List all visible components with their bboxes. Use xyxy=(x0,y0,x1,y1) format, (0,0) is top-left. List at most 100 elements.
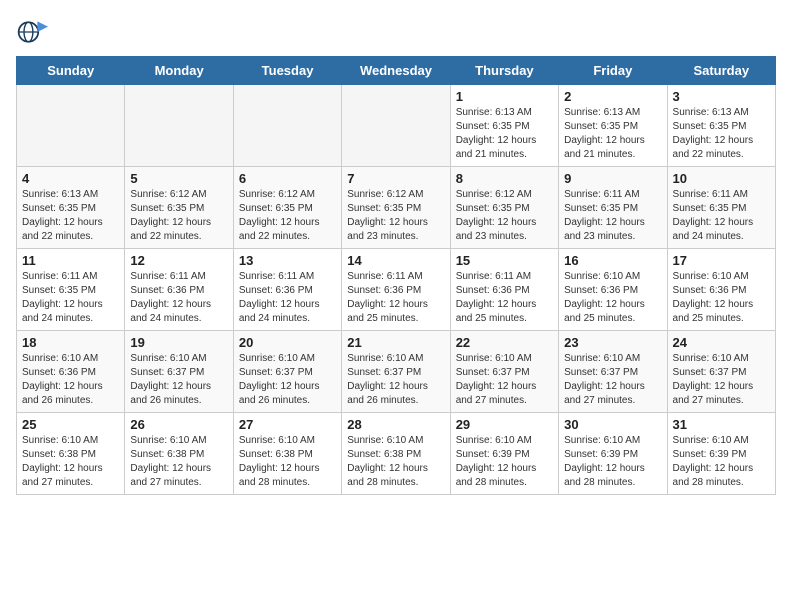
day-cell: 2 Sunrise: 6:13 AM Sunset: 6:35 PM Daylig… xyxy=(559,85,667,167)
day-cell: 23 Sunrise: 6:10 AM Sunset: 6:37 PM Dayli… xyxy=(559,331,667,413)
day-cell: 17 Sunrise: 6:10 AM Sunset: 6:36 PM Dayli… xyxy=(667,249,775,331)
day-info: Sunrise: 6:10 AM Sunset: 6:37 PM Dayligh… xyxy=(673,352,770,408)
day-info: Sunrise: 6:12 AM Sunset: 6:35 PM Dayligh… xyxy=(130,188,227,244)
day-number: 3 xyxy=(673,89,770,104)
day-number: 31 xyxy=(673,417,770,432)
day-info: Sunrise: 6:10 AM Sunset: 6:38 PM Dayligh… xyxy=(347,434,444,490)
day-number: 1 xyxy=(456,89,553,104)
day-number: 17 xyxy=(673,253,770,268)
day-cell: 4 Sunrise: 6:13 AM Sunset: 6:35 PM Daylig… xyxy=(17,167,125,249)
day-info: Sunrise: 6:11 AM Sunset: 6:36 PM Dayligh… xyxy=(456,270,553,326)
day-number: 26 xyxy=(130,417,227,432)
day-cell: 18 Sunrise: 6:10 AM Sunset: 6:36 PM Dayli… xyxy=(17,331,125,413)
day-cell: 14 Sunrise: 6:11 AM Sunset: 6:36 PM Dayli… xyxy=(342,249,450,331)
day-number: 22 xyxy=(456,335,553,350)
logo-icon xyxy=(16,16,48,48)
day-info: Sunrise: 6:11 AM Sunset: 6:35 PM Dayligh… xyxy=(673,188,770,244)
day-number: 4 xyxy=(22,171,119,186)
day-info: Sunrise: 6:10 AM Sunset: 6:37 PM Dayligh… xyxy=(347,352,444,408)
day-cell: 31 Sunrise: 6:10 AM Sunset: 6:39 PM Dayli… xyxy=(667,413,775,495)
day-info: Sunrise: 6:10 AM Sunset: 6:37 PM Dayligh… xyxy=(564,352,661,408)
day-info: Sunrise: 6:10 AM Sunset: 6:38 PM Dayligh… xyxy=(239,434,336,490)
day-cell: 15 Sunrise: 6:11 AM Sunset: 6:36 PM Dayli… xyxy=(450,249,558,331)
day-cell: 7 Sunrise: 6:12 AM Sunset: 6:35 PM Daylig… xyxy=(342,167,450,249)
day-info: Sunrise: 6:11 AM Sunset: 6:36 PM Dayligh… xyxy=(347,270,444,326)
day-info: Sunrise: 6:10 AM Sunset: 6:37 PM Dayligh… xyxy=(130,352,227,408)
week-row-1: 1 Sunrise: 6:13 AM Sunset: 6:35 PM Daylig… xyxy=(17,85,776,167)
day-info: Sunrise: 6:11 AM Sunset: 6:35 PM Dayligh… xyxy=(22,270,119,326)
day-number: 8 xyxy=(456,171,553,186)
day-info: Sunrise: 6:10 AM Sunset: 6:36 PM Dayligh… xyxy=(22,352,119,408)
day-cell: 28 Sunrise: 6:10 AM Sunset: 6:38 PM Dayli… xyxy=(342,413,450,495)
day-cell: 25 Sunrise: 6:10 AM Sunset: 6:38 PM Dayli… xyxy=(17,413,125,495)
day-info: Sunrise: 6:13 AM Sunset: 6:35 PM Dayligh… xyxy=(22,188,119,244)
header xyxy=(16,16,776,48)
day-header-sunday: Sunday xyxy=(17,57,125,85)
day-number: 6 xyxy=(239,171,336,186)
day-number: 12 xyxy=(130,253,227,268)
day-info: Sunrise: 6:12 AM Sunset: 6:35 PM Dayligh… xyxy=(456,188,553,244)
day-cell: 1Sunrise: 6:13 AM Sunset: 6:35 PM Daylig… xyxy=(450,85,558,167)
day-cell xyxy=(342,85,450,167)
day-cell: 26 Sunrise: 6:10 AM Sunset: 6:38 PM Dayli… xyxy=(125,413,233,495)
day-info: Sunrise: 6:10 AM Sunset: 6:36 PM Dayligh… xyxy=(673,270,770,326)
day-cell: 12 Sunrise: 6:11 AM Sunset: 6:36 PM Dayli… xyxy=(125,249,233,331)
day-cell xyxy=(17,85,125,167)
day-header-friday: Friday xyxy=(559,57,667,85)
day-cell: 10 Sunrise: 6:11 AM Sunset: 6:35 PM Dayli… xyxy=(667,167,775,249)
day-number: 18 xyxy=(22,335,119,350)
day-number: 25 xyxy=(22,417,119,432)
day-number: 23 xyxy=(564,335,661,350)
day-number: 11 xyxy=(22,253,119,268)
day-info: Sunrise: 6:11 AM Sunset: 6:35 PM Dayligh… xyxy=(564,188,661,244)
day-number: 14 xyxy=(347,253,444,268)
day-info: Sunrise: 6:13 AM Sunset: 6:35 PM Dayligh… xyxy=(564,106,661,162)
day-cell: 3 Sunrise: 6:13 AM Sunset: 6:35 PM Daylig… xyxy=(667,85,775,167)
logo xyxy=(16,16,52,48)
day-info: Sunrise: 6:11 AM Sunset: 6:36 PM Dayligh… xyxy=(130,270,227,326)
day-number: 13 xyxy=(239,253,336,268)
day-number: 28 xyxy=(347,417,444,432)
day-cell: 29 Sunrise: 6:10 AM Sunset: 6:39 PM Dayli… xyxy=(450,413,558,495)
day-number: 30 xyxy=(564,417,661,432)
day-cell: 6Sunrise: 6:12 AM Sunset: 6:35 PM Daylig… xyxy=(233,167,341,249)
day-info: Sunrise: 6:10 AM Sunset: 6:37 PM Dayligh… xyxy=(456,352,553,408)
day-number: 15 xyxy=(456,253,553,268)
day-header-monday: Monday xyxy=(125,57,233,85)
day-number: 2 xyxy=(564,89,661,104)
day-number: 29 xyxy=(456,417,553,432)
day-number: 16 xyxy=(564,253,661,268)
day-header-wednesday: Wednesday xyxy=(342,57,450,85)
day-info: Sunrise: 6:11 AM Sunset: 6:36 PM Dayligh… xyxy=(239,270,336,326)
day-number: 20 xyxy=(239,335,336,350)
day-number: 24 xyxy=(673,335,770,350)
day-cell: 24 Sunrise: 6:10 AM Sunset: 6:37 PM Dayli… xyxy=(667,331,775,413)
day-info: Sunrise: 6:10 AM Sunset: 6:36 PM Dayligh… xyxy=(564,270,661,326)
day-header-saturday: Saturday xyxy=(667,57,775,85)
week-row-4: 18 Sunrise: 6:10 AM Sunset: 6:36 PM Dayli… xyxy=(17,331,776,413)
day-info: Sunrise: 6:10 AM Sunset: 6:37 PM Dayligh… xyxy=(239,352,336,408)
calendar-table: SundayMondayTuesdayWednesdayThursdayFrid… xyxy=(16,56,776,495)
day-info: Sunrise: 6:10 AM Sunset: 6:39 PM Dayligh… xyxy=(456,434,553,490)
day-cell: 8 Sunrise: 6:12 AM Sunset: 6:35 PM Daylig… xyxy=(450,167,558,249)
day-cell: 21Sunrise: 6:10 AM Sunset: 6:37 PM Dayli… xyxy=(342,331,450,413)
day-info: Sunrise: 6:10 AM Sunset: 6:39 PM Dayligh… xyxy=(673,434,770,490)
day-info: Sunrise: 6:10 AM Sunset: 6:38 PM Dayligh… xyxy=(130,434,227,490)
day-info: Sunrise: 6:10 AM Sunset: 6:38 PM Dayligh… xyxy=(22,434,119,490)
day-cell: 11 Sunrise: 6:11 AM Sunset: 6:35 PM Dayli… xyxy=(17,249,125,331)
day-number: 19 xyxy=(130,335,227,350)
day-number: 9 xyxy=(564,171,661,186)
week-row-5: 25 Sunrise: 6:10 AM Sunset: 6:38 PM Dayli… xyxy=(17,413,776,495)
calendar-header: SundayMondayTuesdayWednesdayThursdayFrid… xyxy=(17,57,776,85)
day-cell: 9 Sunrise: 6:11 AM Sunset: 6:35 PM Daylig… xyxy=(559,167,667,249)
day-header-thursday: Thursday xyxy=(450,57,558,85)
day-info: Sunrise: 6:13 AM Sunset: 6:35 PM Dayligh… xyxy=(673,106,770,162)
day-cell: 27Sunrise: 6:10 AM Sunset: 6:38 PM Dayli… xyxy=(233,413,341,495)
day-header-tuesday: Tuesday xyxy=(233,57,341,85)
day-info: Sunrise: 6:12 AM Sunset: 6:35 PM Dayligh… xyxy=(347,188,444,244)
week-row-2: 4 Sunrise: 6:13 AM Sunset: 6:35 PM Daylig… xyxy=(17,167,776,249)
day-number: 10 xyxy=(673,171,770,186)
day-number: 7 xyxy=(347,171,444,186)
day-cell xyxy=(233,85,341,167)
day-cell: 22 Sunrise: 6:10 AM Sunset: 6:37 PM Dayli… xyxy=(450,331,558,413)
